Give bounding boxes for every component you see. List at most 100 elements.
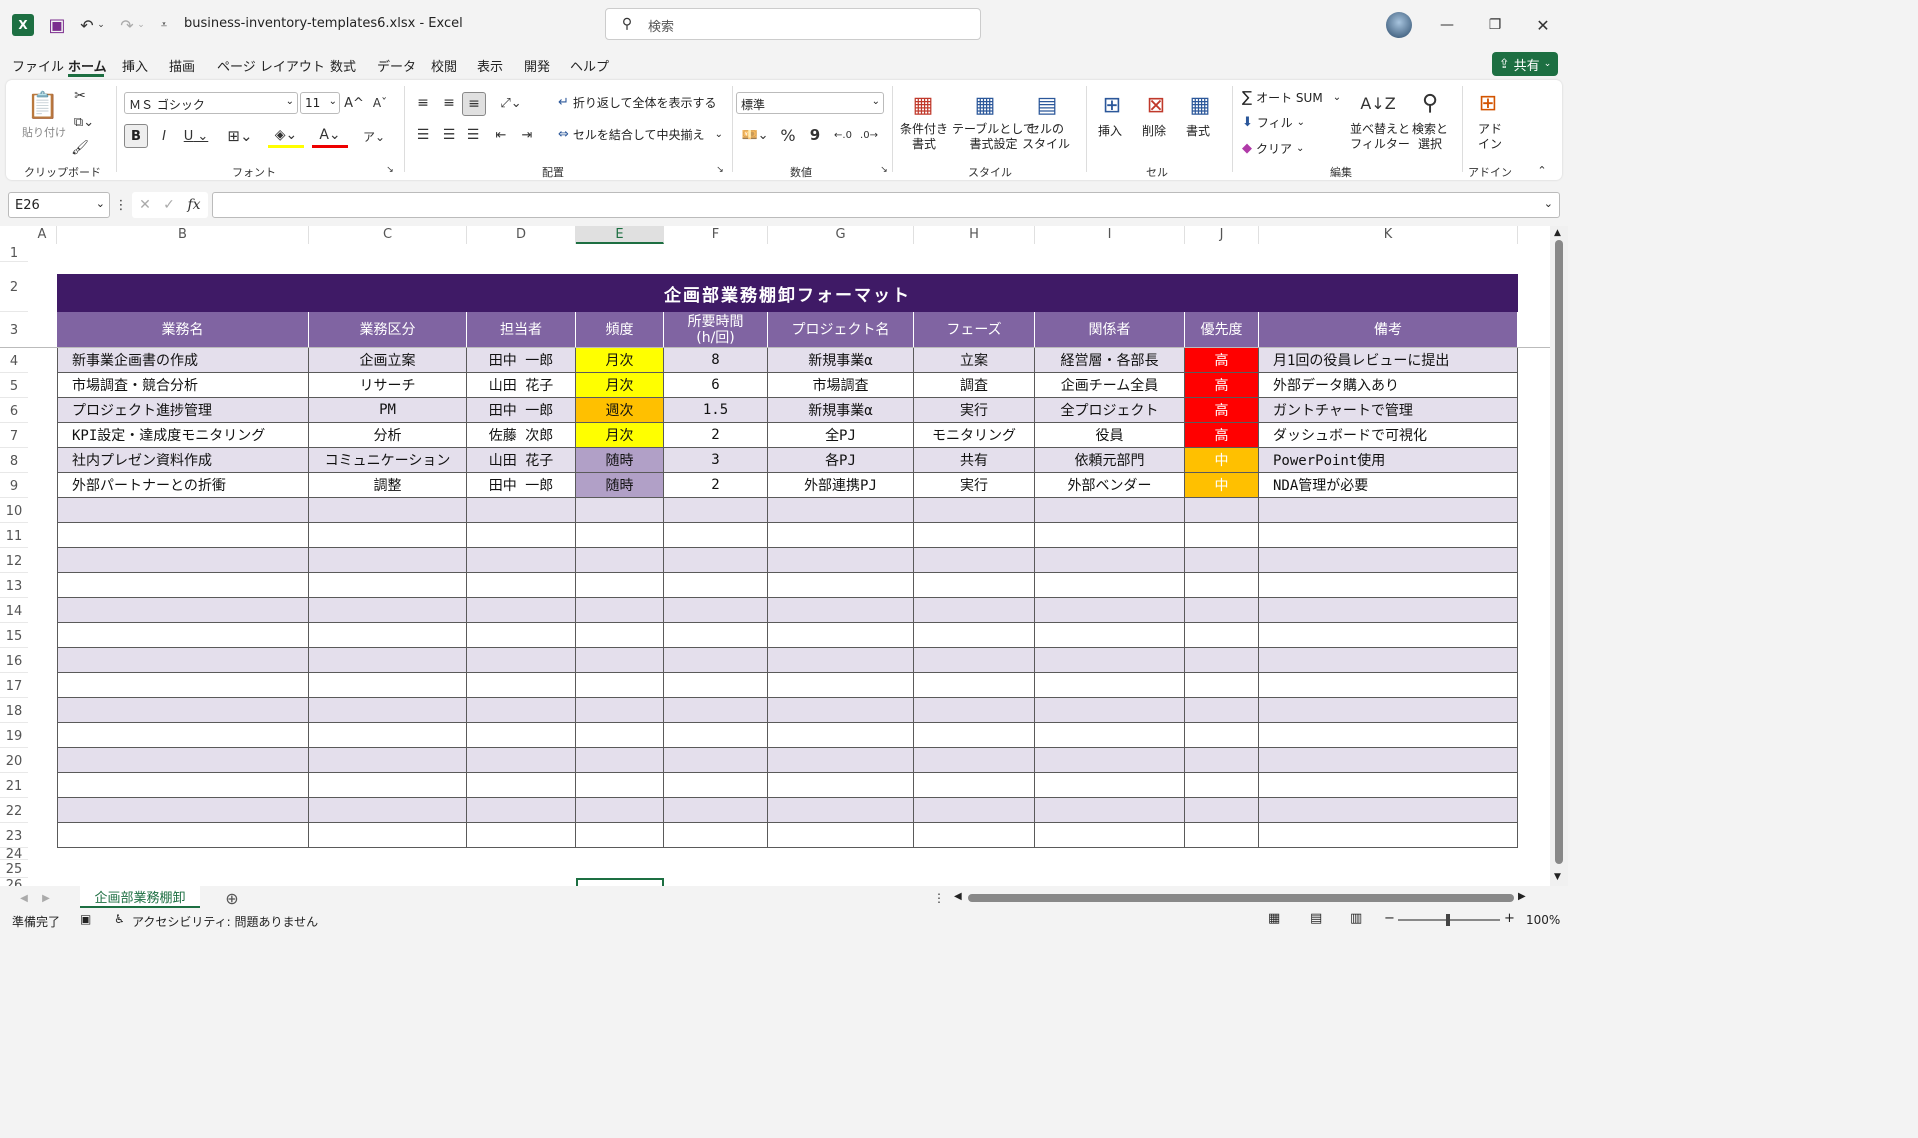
empty-cell[interactable] — [664, 823, 768, 848]
tab-data[interactable]: データ — [377, 56, 416, 75]
restore-icon[interactable]: ❐ — [1480, 12, 1510, 38]
delete-cells-icon[interactable]: ⊠ — [1140, 90, 1172, 120]
paste-label[interactable]: 貼り付け — [22, 124, 66, 140]
format-as-table-icon[interactable]: ▦ — [970, 90, 1000, 120]
merge-center-button[interactable]: ⇔ セルを結合して中央揃え ⌄ — [558, 126, 723, 143]
table-cell[interactable]: ダッシュボードで可視化 — [1259, 423, 1518, 448]
empty-cell[interactable] — [1259, 623, 1518, 648]
empty-cell[interactable] — [1035, 573, 1185, 598]
table-cell[interactable]: 立案 — [914, 348, 1035, 373]
table-cell[interactable]: 田中 一郎 — [467, 348, 576, 373]
table-header[interactable]: 業務区分 — [309, 312, 467, 348]
empty-cell[interactable] — [576, 573, 664, 598]
undo-dropdown-icon[interactable]: ⌄ — [96, 16, 106, 34]
empty-cell[interactable] — [467, 723, 576, 748]
empty-cell[interactable] — [309, 723, 467, 748]
empty-cell[interactable] — [309, 773, 467, 798]
empty-cell[interactable] — [57, 623, 309, 648]
tab-review[interactable]: 校閲 — [431, 56, 457, 75]
empty-cell[interactable] — [914, 648, 1035, 673]
table-cell[interactable]: 外部ベンダー — [1035, 473, 1185, 498]
empty-cell[interactable] — [1259, 648, 1518, 673]
row-header[interactable]: 14 — [0, 598, 28, 623]
empty-cell[interactable] — [57, 698, 309, 723]
row-header[interactable]: 2 — [0, 262, 28, 312]
decrease-decimal-icon[interactable]: .0→ — [858, 124, 880, 146]
empty-cell[interactable] — [57, 723, 309, 748]
table-cell[interactable]: 2 — [664, 473, 768, 498]
cell-styles-icon[interactable]: ▤ — [1032, 90, 1062, 120]
zoom-slider-thumb[interactable] — [1446, 914, 1450, 926]
prev-sheet-icon[interactable]: ◀ — [18, 890, 30, 906]
table-cell[interactable]: 6 — [664, 373, 768, 398]
customize-qat-icon[interactable]: ⩡ — [156, 14, 172, 36]
table-cell[interactable]: 実行 — [914, 473, 1035, 498]
collapse-ribbon-icon[interactable]: ⌃ — [1534, 164, 1550, 177]
empty-cell[interactable] — [664, 723, 768, 748]
empty-cell[interactable] — [1259, 548, 1518, 573]
scroll-right-icon[interactable]: ▶ — [1518, 891, 1526, 902]
empty-cell[interactable] — [1185, 798, 1259, 823]
empty-cell[interactable] — [57, 598, 309, 623]
number-format-select[interactable]: 標準 ⌄ — [736, 92, 884, 114]
empty-cell[interactable] — [1259, 823, 1518, 848]
empty-cell[interactable] — [664, 573, 768, 598]
empty-cell[interactable] — [914, 698, 1035, 723]
table-cell[interactable]: 高 — [1185, 423, 1259, 448]
empty-cell[interactable] — [914, 523, 1035, 548]
empty-cell[interactable] — [1185, 598, 1259, 623]
search-box[interactable]: ⚲ 検索 — [605, 8, 981, 40]
empty-cell[interactable] — [664, 648, 768, 673]
minimize-icon[interactable]: — — [1432, 12, 1462, 38]
align-middle-icon[interactable]: ≡ — [438, 92, 460, 114]
empty-cell[interactable] — [914, 598, 1035, 623]
empty-cell[interactable] — [1035, 623, 1185, 648]
empty-cell[interactable] — [768, 598, 914, 623]
bold-button[interactable]: B — [124, 124, 148, 148]
empty-cell[interactable] — [664, 773, 768, 798]
empty-cell[interactable] — [309, 648, 467, 673]
table-header[interactable]: 優先度 — [1185, 312, 1259, 348]
empty-cell[interactable] — [1035, 798, 1185, 823]
horizontal-scrollbar[interactable]: ◀ ▶ — [952, 890, 1532, 906]
empty-cell[interactable] — [576, 698, 664, 723]
page-break-view-icon[interactable]: ▥ — [1350, 911, 1362, 926]
expand-formula-icon[interactable]: ⌄ — [1544, 197, 1553, 210]
percent-button[interactable]: % — [778, 124, 798, 146]
empty-cell[interactable] — [576, 598, 664, 623]
table-cell[interactable]: 各PJ — [768, 448, 914, 473]
borders-icon[interactable]: ⊞⌄ — [222, 124, 258, 148]
empty-cell[interactable] — [664, 548, 768, 573]
empty-cell[interactable] — [664, 523, 768, 548]
empty-cell[interactable] — [768, 548, 914, 573]
table-cell[interactable]: 調査 — [914, 373, 1035, 398]
table-cell[interactable]: KPI設定・達成度モニタリング — [57, 423, 309, 448]
empty-cell[interactable] — [1259, 698, 1518, 723]
italic-button[interactable]: I — [154, 124, 174, 148]
table-cell[interactable]: 市場調査 — [768, 373, 914, 398]
row-header[interactable]: 6 — [0, 398, 28, 423]
empty-cell[interactable] — [914, 723, 1035, 748]
empty-cell[interactable] — [576, 523, 664, 548]
row-header[interactable]: 1 — [0, 244, 28, 262]
delete-cells-label[interactable]: 削除 — [1142, 122, 1166, 139]
column-header[interactable]: G — [768, 226, 914, 244]
empty-cell[interactable] — [467, 623, 576, 648]
table-cell[interactable]: 依頼元部門 — [1035, 448, 1185, 473]
table-header[interactable]: 業務名 — [57, 312, 309, 348]
copy-icon[interactable]: ⧉⌄ — [70, 112, 98, 132]
empty-cell[interactable] — [309, 823, 467, 848]
table-cell[interactable]: 月次 — [576, 348, 664, 373]
sheet-title[interactable]: 企画部業務棚卸フォーマット — [57, 274, 1518, 312]
insert-cells-label[interactable]: 挿入 — [1098, 122, 1122, 139]
empty-cell[interactable] — [309, 573, 467, 598]
empty-cell[interactable] — [467, 523, 576, 548]
empty-cell[interactable] — [1259, 748, 1518, 773]
empty-cell[interactable] — [576, 548, 664, 573]
tab-formulas[interactable]: 数式 — [330, 56, 356, 75]
empty-cell[interactable] — [57, 548, 309, 573]
empty-cell[interactable] — [1035, 823, 1185, 848]
empty-cell[interactable] — [914, 548, 1035, 573]
table-cell[interactable]: 山田 花子 — [467, 373, 576, 398]
empty-cell[interactable] — [1185, 623, 1259, 648]
